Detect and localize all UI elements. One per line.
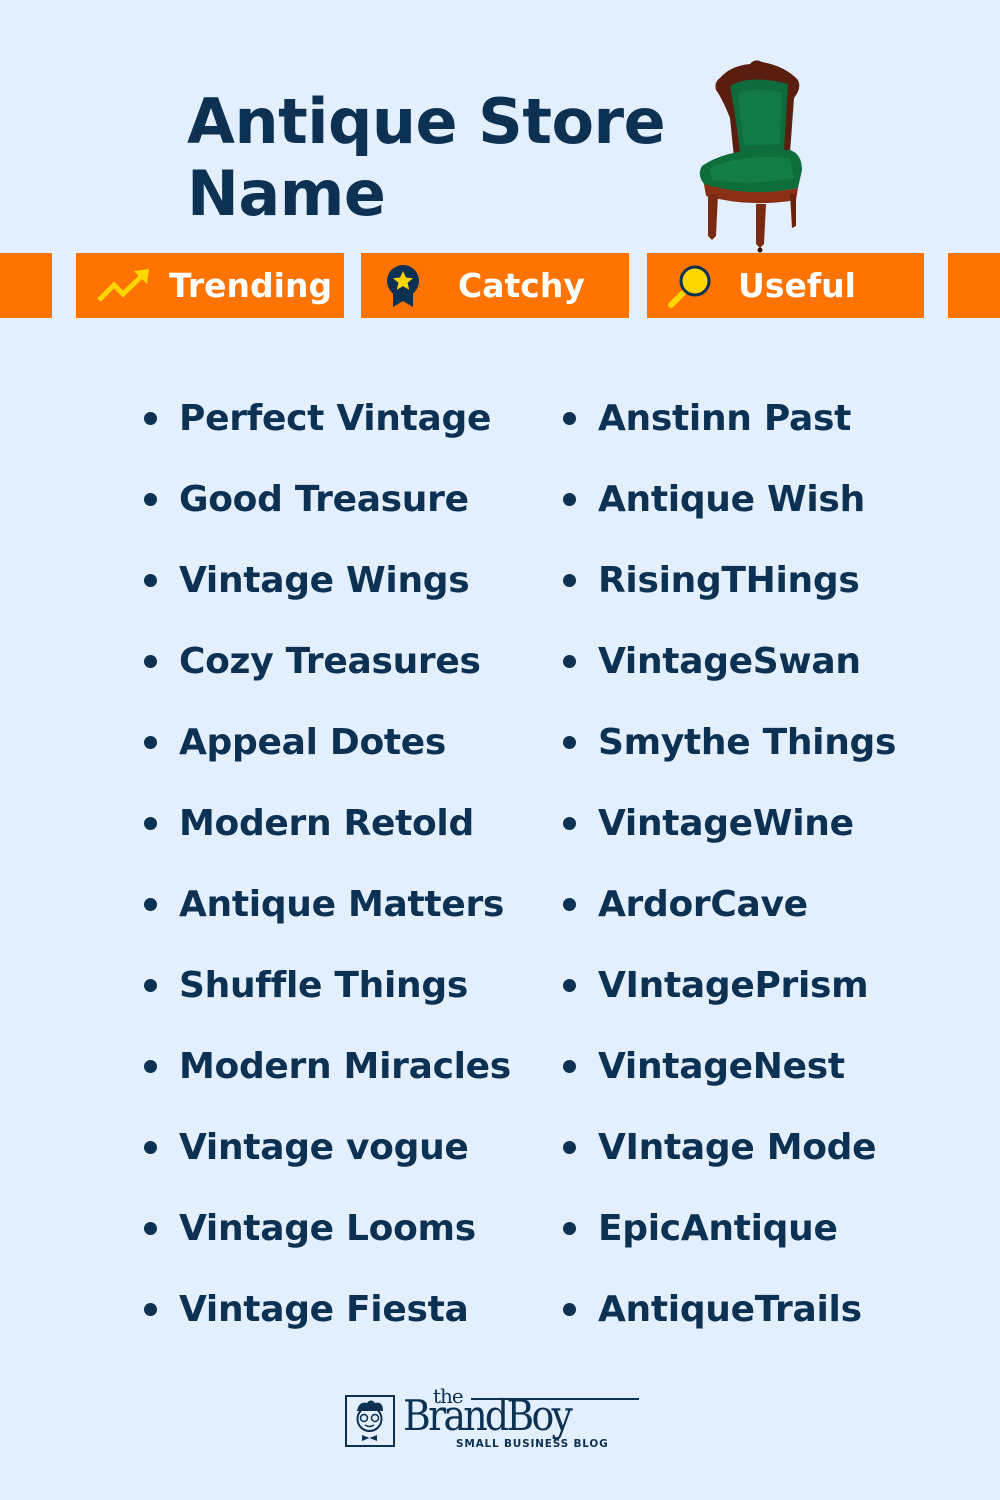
bullet-icon — [144, 493, 157, 506]
bullet-icon — [563, 493, 576, 506]
decorative-band-right — [948, 253, 1000, 318]
tag-useful-label: Useful — [738, 266, 856, 305]
page-title: Antique Store Name — [187, 85, 666, 230]
bullet-icon — [144, 979, 157, 992]
decorative-band-left — [0, 253, 52, 318]
bullet-icon — [563, 736, 576, 749]
bullet-icon — [144, 736, 157, 749]
magnifying-glass-icon — [668, 265, 711, 308]
bullet-icon — [144, 1222, 157, 1235]
bullet-icon — [563, 412, 576, 425]
tag-useful: Useful — [647, 253, 924, 318]
antique-chair-image — [699, 60, 802, 253]
bullet-icon — [563, 1303, 576, 1316]
bullet-icon — [144, 1141, 157, 1154]
bullet-icon — [563, 1060, 576, 1073]
title-line-1: Antique Store — [187, 85, 666, 158]
tag-catchy: Catchy — [361, 253, 629, 318]
bullet-icon — [563, 1222, 576, 1235]
bullet-icon — [144, 412, 157, 425]
bullet-icon — [144, 574, 157, 587]
bullet-icon — [144, 817, 157, 830]
tag-trending: Trending — [76, 253, 344, 318]
brandboy-logo[interactable]: the BrandBoy SMALL BUSINESS BLOG — [343, 1384, 643, 1454]
award-ribbon-star-icon — [387, 265, 419, 307]
bullet-icon — [563, 1141, 576, 1154]
logo-tagline: SMALL BUSINESS BLOG — [456, 1438, 609, 1450]
bullet-icon — [144, 898, 157, 911]
tag-catchy-label: Catchy — [458, 266, 585, 305]
tag-trending-label: Trending — [169, 266, 333, 305]
bullet-icon — [144, 1303, 157, 1316]
brandboy-mascot-icon — [345, 1395, 395, 1447]
bullet-icon — [563, 655, 576, 668]
trending-up-arrow-icon — [97, 269, 149, 302]
bullet-icon — [563, 979, 576, 992]
bullet-icon — [563, 817, 576, 830]
bullet-icon — [144, 1060, 157, 1073]
logo-brand-text: BrandBoy — [403, 1391, 573, 1440]
title-line-2: Name — [187, 157, 386, 230]
bullet-icon — [563, 574, 576, 587]
bullet-icon — [144, 655, 157, 668]
bullet-icon — [563, 898, 576, 911]
